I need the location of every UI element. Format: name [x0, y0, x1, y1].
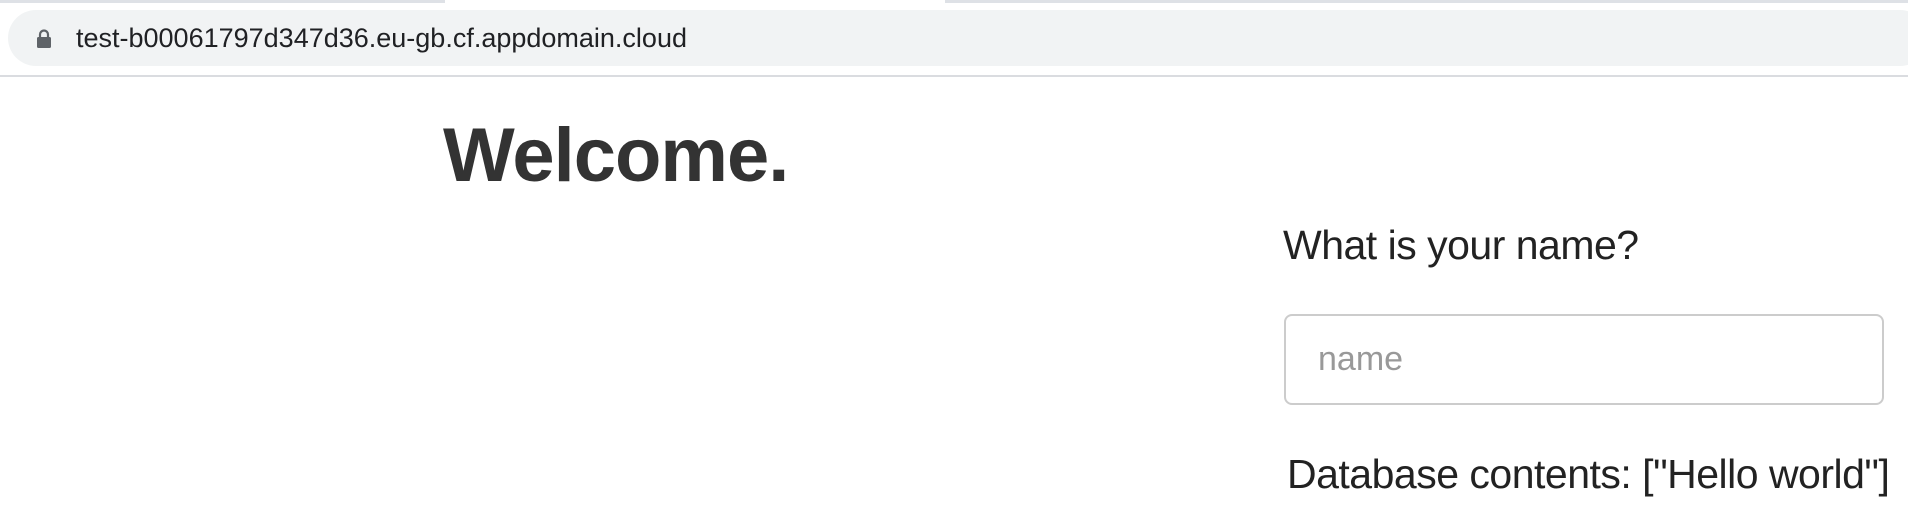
lock-icon[interactable]	[36, 29, 52, 49]
tab-strip-edge	[0, 0, 445, 3]
tab-strip-edge	[945, 0, 1908, 3]
name-input[interactable]	[1284, 314, 1884, 405]
name-question-label: What is your name?	[1283, 222, 1639, 268]
page-title: Welcome.	[443, 113, 789, 198]
browser-chrome: test-b00061797d347d36.eu-gb.cf.appdomain…	[0, 0, 1908, 77]
database-contents-text: Database contents: ["Hello world"]	[1287, 451, 1890, 497]
address-bar-url[interactable]: test-b00061797d347d36.eu-gb.cf.appdomain…	[76, 20, 687, 56]
